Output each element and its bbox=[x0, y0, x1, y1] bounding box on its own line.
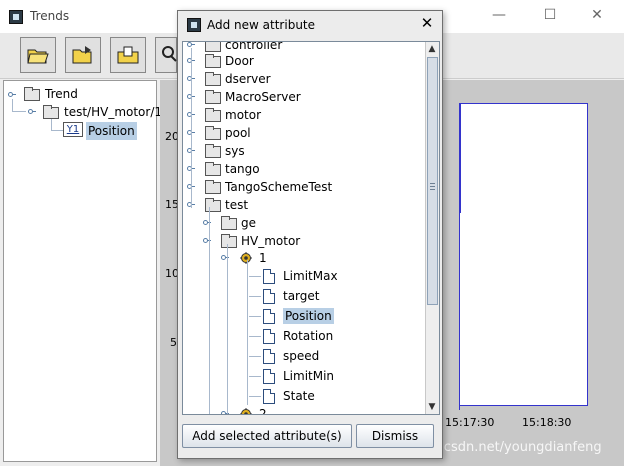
tree-attribute-label[interactable]: Position bbox=[86, 122, 137, 140]
attribute-file-icon bbox=[263, 329, 275, 344]
tree-connector bbox=[249, 296, 261, 297]
folder-icon bbox=[205, 54, 221, 68]
close-icon[interactable]: ✕ bbox=[590, 8, 604, 22]
attribute-file-icon bbox=[263, 289, 275, 304]
open-folder-alt-button[interactable] bbox=[65, 37, 101, 73]
tree-item-rotation[interactable]: Rotation bbox=[283, 328, 333, 344]
tree-item-1[interactable]: 1 bbox=[259, 250, 267, 266]
tree-connector bbox=[51, 130, 63, 131]
tree-item-state[interactable]: State bbox=[283, 388, 315, 404]
tree-item-pool[interactable]: pool bbox=[225, 125, 251, 141]
tree-toggle-icon[interactable] bbox=[8, 91, 16, 99]
java-app-icon bbox=[9, 10, 23, 24]
scroll-down-icon[interactable]: ▼ bbox=[426, 401, 438, 414]
tree-item-speed[interactable]: speed bbox=[283, 348, 319, 364]
open-folder-icon bbox=[27, 49, 49, 64]
tree-item-position[interactable]: Position bbox=[283, 308, 334, 324]
tree-item-hv-motor[interactable]: HV_motor bbox=[241, 233, 300, 249]
tree-connector bbox=[209, 207, 210, 414]
open-folder-alt-icon bbox=[72, 46, 92, 64]
y-tick-label: 5 bbox=[170, 336, 177, 349]
folder-icon bbox=[205, 198, 221, 212]
tree-connector bbox=[12, 111, 26, 112]
attribute-tree[interactable]: controller Door dserver MacroServer motor poo… bbox=[182, 41, 440, 415]
scroll-thumb[interactable] bbox=[427, 57, 438, 305]
tree-root-label[interactable]: Trend bbox=[45, 87, 78, 101]
folder-icon bbox=[205, 144, 221, 158]
tree-item-tangoschemetest[interactable]: TangoSchemeTest bbox=[225, 179, 332, 195]
folder-icon bbox=[205, 108, 221, 122]
tree-connector bbox=[249, 336, 261, 337]
tree-item-tango[interactable]: tango bbox=[225, 161, 260, 177]
folder-icon bbox=[221, 234, 237, 248]
tree-connector bbox=[249, 376, 261, 377]
folder-icon bbox=[205, 180, 221, 194]
plot-area bbox=[460, 103, 588, 406]
window-title: Trends bbox=[30, 9, 70, 23]
device-gear-icon bbox=[239, 252, 253, 264]
tree-item-macroserver[interactable]: MacroServer bbox=[225, 89, 301, 105]
minimize-icon[interactable]: — bbox=[492, 8, 506, 22]
search-icon bbox=[162, 46, 177, 62]
attribute-file-icon bbox=[263, 349, 275, 364]
x-tick-label: 15:18:30 bbox=[522, 416, 572, 429]
tree-connector bbox=[249, 316, 261, 317]
tree-item-test[interactable]: test bbox=[225, 197, 248, 213]
dismiss-button[interactable]: Dismiss bbox=[356, 424, 434, 448]
attribute-file-icon bbox=[263, 389, 275, 404]
tree-item-limitmin[interactable]: LimitMin bbox=[283, 368, 334, 384]
tree-connector bbox=[191, 48, 192, 208]
save-icon bbox=[117, 46, 139, 64]
tree-item-sys[interactable]: sys bbox=[225, 143, 245, 159]
tree-connector bbox=[249, 356, 261, 357]
java-app-icon bbox=[187, 18, 201, 32]
search-button[interactable] bbox=[155, 37, 177, 73]
folder-icon bbox=[205, 126, 221, 140]
tree-item-door[interactable]: Door bbox=[225, 53, 254, 69]
save-button[interactable] bbox=[110, 37, 146, 73]
folder-icon bbox=[205, 162, 221, 176]
series-line bbox=[459, 150, 460, 410]
folder-icon bbox=[43, 105, 59, 119]
tree-connector bbox=[227, 244, 228, 414]
scroll-up-icon[interactable]: ▲ bbox=[426, 43, 438, 56]
y1-axis-badge: Y1 bbox=[63, 122, 83, 137]
attribute-file-icon bbox=[263, 269, 275, 284]
tree-item-motor[interactable]: motor bbox=[225, 107, 261, 123]
add-selected-attribute-button[interactable]: Add selected attribute(s) bbox=[182, 424, 352, 448]
tree-connector bbox=[12, 99, 13, 111]
tree-item-limitmax[interactable]: LimitMax bbox=[283, 268, 338, 284]
tree-item-controller[interactable]: controller bbox=[225, 42, 282, 53]
folder-icon bbox=[205, 72, 221, 86]
attribute-file-icon bbox=[263, 309, 275, 324]
tree-connector bbox=[247, 260, 248, 405]
folder-icon bbox=[221, 216, 237, 230]
tree-item-2[interactable]: 2 bbox=[259, 406, 267, 414]
tree-item-dserver[interactable]: dserver bbox=[225, 71, 271, 87]
folder-icon bbox=[205, 90, 221, 104]
close-icon[interactable]: ✕ bbox=[419, 15, 435, 31]
maximize-icon[interactable]: ☐ bbox=[543, 8, 557, 22]
device-gear-icon bbox=[239, 408, 253, 414]
open-folder-button[interactable] bbox=[20, 37, 56, 73]
tree-connector bbox=[249, 276, 261, 277]
tree-item-ge[interactable]: ge bbox=[241, 215, 256, 231]
attribute-file-icon bbox=[263, 369, 275, 384]
tree-connector bbox=[249, 396, 261, 397]
tree-toggle-icon[interactable] bbox=[28, 108, 36, 116]
tree-item-target[interactable]: target bbox=[283, 288, 320, 304]
folder-icon bbox=[24, 87, 40, 101]
dialog-title: Add new attribute bbox=[207, 18, 316, 32]
tree-device-label[interactable]: test/HV_motor/1 bbox=[64, 105, 162, 119]
x-tick-label: 15:17:30 bbox=[445, 416, 495, 429]
folder-icon bbox=[205, 42, 221, 52]
